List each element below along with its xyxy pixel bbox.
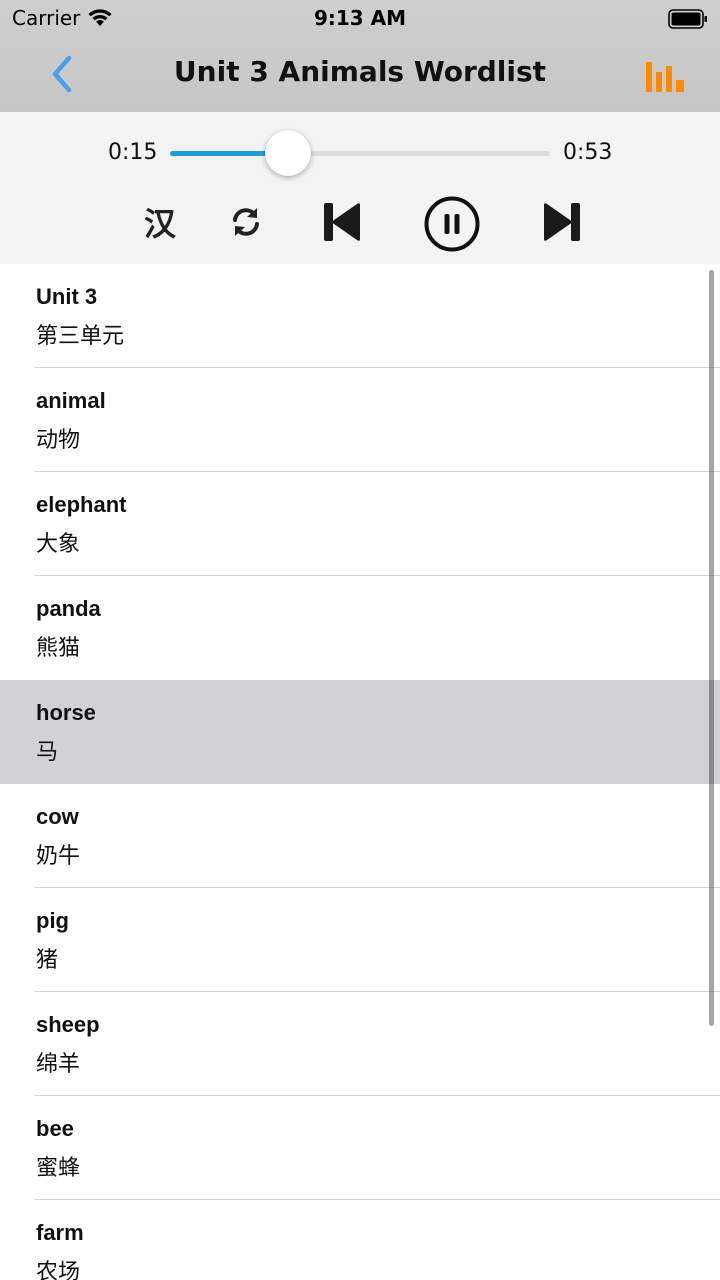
word-english: farm bbox=[36, 1220, 84, 1245]
word-english: horse bbox=[36, 700, 96, 725]
repeat-icon bbox=[233, 208, 259, 236]
scroll-indicator[interactable] bbox=[709, 270, 714, 1026]
list-item[interactable]: bee 蜜蜂 bbox=[0, 1096, 720, 1200]
word-chinese: 第三单元 bbox=[36, 324, 125, 349]
word-chinese: 猪 bbox=[36, 948, 59, 973]
word-chinese: 绵羊 bbox=[36, 1052, 81, 1077]
skip-forward-icon bbox=[544, 203, 580, 241]
word-chinese: 奶牛 bbox=[36, 844, 81, 869]
word-chinese: 动物 bbox=[36, 428, 81, 453]
clock: 9:13 AM bbox=[313, 6, 407, 30]
pause-button[interactable] bbox=[422, 194, 482, 254]
word-english: Unit 3 bbox=[36, 284, 98, 309]
word-chinese: 熊猫 bbox=[36, 636, 81, 661]
list-item[interactable]: farm 农场 bbox=[0, 1200, 720, 1280]
list-item[interactable]: elephant 大象 bbox=[0, 472, 720, 576]
top-bar: Carrier 9:13 AM Unit 3 Animals Wordlist bbox=[0, 0, 720, 112]
word-english: sheep bbox=[36, 1012, 100, 1037]
word-chinese: 大象 bbox=[36, 532, 81, 557]
word-list[interactable]: Unit 3 第三单元 animal 动物 elephant 大象 panda … bbox=[0, 264, 720, 1280]
repeat-button[interactable] bbox=[224, 200, 268, 244]
list-item[interactable]: cow 奶牛 bbox=[0, 784, 720, 888]
previous-track-button[interactable] bbox=[318, 198, 366, 246]
list-item[interactable]: panda 熊猫 bbox=[0, 576, 720, 680]
bar-chart-icon bbox=[646, 62, 684, 92]
skip-back-icon bbox=[324, 203, 360, 241]
word-chinese: 马 bbox=[36, 740, 59, 765]
word-english: bee bbox=[36, 1116, 74, 1141]
list-item[interactable]: horse 马 bbox=[0, 680, 720, 784]
slider-thumb[interactable] bbox=[264, 130, 311, 176]
list-item[interactable]: Unit 3 第三单元 bbox=[0, 264, 720, 368]
progress-slider[interactable] bbox=[170, 130, 550, 176]
word-chinese: 农场 bbox=[36, 1260, 81, 1280]
page-title: Unit 3 Animals Wordlist bbox=[173, 55, 547, 88]
audio-player: 0:15 0:53 汉 bbox=[0, 112, 720, 264]
word-english: pig bbox=[36, 908, 69, 933]
pause-icon bbox=[424, 196, 480, 252]
word-english: elephant bbox=[36, 492, 127, 517]
statistics-button[interactable] bbox=[640, 56, 690, 98]
word-chinese: 蜜蜂 bbox=[36, 1156, 81, 1181]
total-duration: 0:53 bbox=[563, 140, 613, 165]
app-screen: Carrier 9:13 AM Unit 3 Animals Wordlist … bbox=[0, 0, 720, 1280]
status-bar: Carrier 9:13 AM bbox=[0, 0, 720, 38]
list-item[interactable]: sheep 绵羊 bbox=[0, 992, 720, 1096]
word-english: animal bbox=[36, 388, 106, 413]
list-item[interactable]: pig 猪 bbox=[0, 888, 720, 992]
list-item[interactable]: animal 动物 bbox=[0, 368, 720, 472]
next-track-button[interactable] bbox=[538, 198, 586, 246]
navigation-bar: Unit 3 Animals Wordlist bbox=[0, 38, 720, 112]
battery-icon bbox=[668, 9, 708, 29]
word-english: panda bbox=[36, 596, 101, 621]
elapsed-time: 0:15 bbox=[108, 140, 158, 165]
word-english: cow bbox=[36, 804, 79, 829]
chinese-toggle-button[interactable]: 汉 bbox=[138, 200, 182, 244]
